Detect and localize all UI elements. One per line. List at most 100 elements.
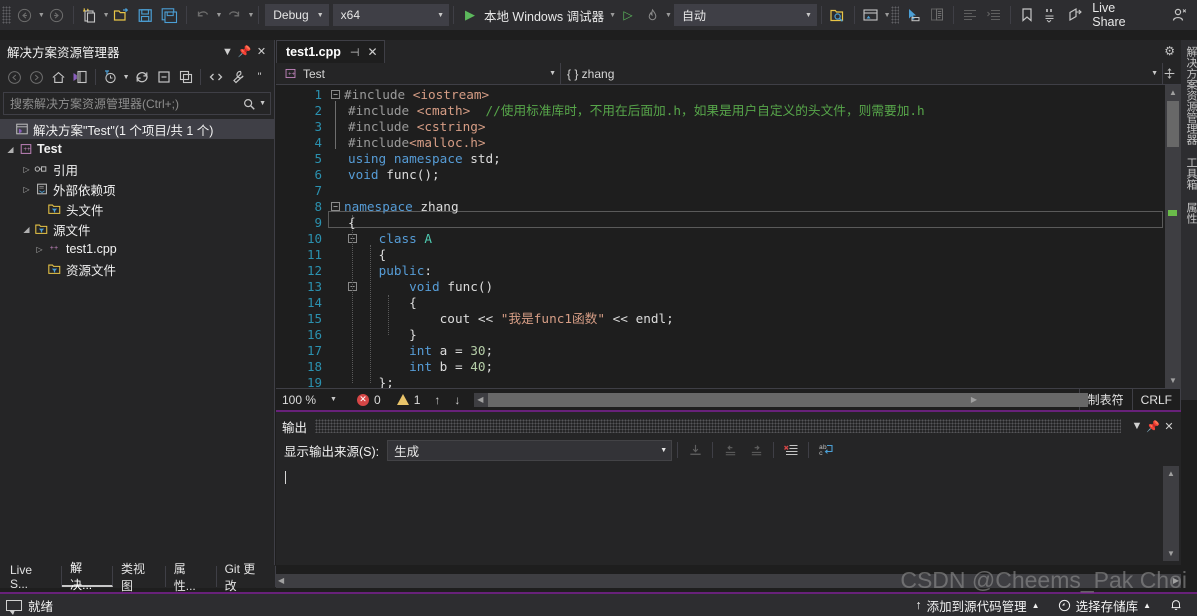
undo-icon[interactable] (191, 3, 215, 27)
scroll-left-arrow[interactable]: ◀ (474, 395, 486, 404)
close-icon[interactable]: ✕ (253, 45, 270, 58)
clear-all-icon[interactable] (779, 439, 803, 461)
scroll-down-arrow[interactable]: ▼ (1163, 546, 1179, 561)
account-icon[interactable] (1167, 3, 1191, 27)
redo-icon[interactable] (222, 3, 246, 27)
chevron-down-icon[interactable]: ▼ (219, 46, 236, 58)
start-debug-caret[interactable]: ▼ (609, 12, 616, 19)
editor-horizontal-scrollbar[interactable]: ◀ ▶ (474, 392, 1089, 407)
tree-item-solution[interactable]: 解决方案"Test"(1 个项目/共 1 个) (0, 119, 274, 139)
close-icon[interactable]: ✕ (367, 45, 377, 59)
pin-icon[interactable]: 📌 (1145, 420, 1161, 433)
chevron-up-icon[interactable]: ▲ (1143, 601, 1151, 610)
status-select-repository[interactable]: 选择存储库 ▲ (1049, 596, 1160, 615)
toolbar-grip-2[interactable] (890, 6, 900, 24)
search-folder-icon[interactable] (826, 3, 850, 27)
bookmark-icon[interactable] (1015, 3, 1039, 27)
gear-icon[interactable]: ⚙ (1164, 44, 1175, 58)
overflow-icon[interactable]: " (249, 66, 270, 88)
tree-item-source-files[interactable]: ◢ 源文件 (0, 219, 274, 239)
hot-reload-caret[interactable]: ▼ (665, 12, 672, 19)
solution-configuration-combo[interactable]: Debug ▼ (265, 4, 329, 26)
window-layout-caret[interactable]: ▼ (884, 12, 891, 19)
forward-arrow-icon[interactable] (45, 3, 69, 27)
twisty-collapsed[interactable]: ▷ (20, 165, 33, 174)
scrollbar-thumb[interactable] (1167, 101, 1179, 147)
twisty-collapsed[interactable]: ▷ (20, 185, 33, 194)
redo-dropdown-caret[interactable]: ▼ (247, 12, 254, 19)
tree-item-external-dependencies[interactable]: ▷ 外部依赖项 (0, 179, 274, 199)
fold-toggle-namespace[interactable]: − (331, 202, 340, 211)
chevron-up-icon[interactable]: ▲ (1032, 601, 1040, 610)
bottom-tab-live-share[interactable]: Live S... (2, 563, 63, 591)
pin-icon[interactable]: ⊣ (350, 46, 360, 59)
bottom-tab-solution-explorer[interactable]: 解决... (62, 561, 113, 592)
fold-toggle-include[interactable]: − (331, 90, 340, 99)
scroll-right-arrow[interactable]: ▶ (968, 395, 980, 404)
live-share-label[interactable]: Live Share (1092, 1, 1145, 29)
comment-marks-icon[interactable] (1039, 3, 1063, 27)
solution-platform-combo[interactable]: x64 ▼ (332, 4, 450, 26)
right-tab-solution-explorer[interactable]: 解决方案资源管理器 (1181, 40, 1197, 151)
show-all-files-icon[interactable] (176, 66, 197, 88)
chevron-down-icon[interactable]: ▼ (121, 66, 130, 88)
twisty-expanded[interactable]: ◢ (4, 145, 17, 154)
code-text-area[interactable]: − − − − #include <iostream> #include <cm… (326, 85, 1181, 388)
collapse-all-icon[interactable] (154, 66, 175, 88)
line-ending-indicator[interactable]: CRLF (1133, 388, 1181, 411)
warning-count-indicator[interactable]: 1 (396, 393, 420, 407)
bottom-tab-git-changes[interactable]: Git 更改 (217, 562, 277, 593)
tree-item-header-files[interactable]: 头文件 (0, 199, 274, 219)
auto-combo[interactable]: 自动 ▼ (673, 4, 817, 26)
tree-item-references[interactable]: ▷ 引用 (0, 159, 274, 179)
error-count-indicator[interactable]: ✕ 0 (357, 393, 381, 407)
output-vertical-scrollbar[interactable]: ▲ ▼ (1163, 466, 1179, 561)
tree-item-resource-files[interactable]: 资源文件 (0, 259, 274, 279)
back-dropdown-caret[interactable]: ▼ (38, 12, 45, 19)
refresh-icon[interactable] (132, 66, 153, 88)
new-item-dropdown-caret[interactable]: ▼ (103, 12, 110, 19)
increase-indent-icon[interactable] (982, 3, 1006, 27)
scroll-down-arrow[interactable]: ▼ (1165, 373, 1181, 388)
editor-vertical-scrollbar[interactable]: ▲ ▼ (1165, 85, 1181, 388)
decrease-indent-icon[interactable] (958, 3, 982, 27)
output-drag-grip[interactable] (315, 419, 1121, 433)
previous-message-icon[interactable] (718, 439, 742, 461)
window-layout-icon[interactable] (859, 3, 883, 27)
home-icon[interactable] (48, 66, 69, 88)
split-editor-icon[interactable] (1163, 67, 1181, 80)
close-icon[interactable]: ✕ (1161, 420, 1177, 433)
nav-scope-combo[interactable]: ++ Test ▼ (276, 62, 561, 85)
pin-icon[interactable]: 📌 (236, 45, 253, 58)
search-options-caret[interactable]: ▼ (259, 100, 266, 107)
word-wrap-icon[interactable]: ab c (814, 439, 838, 461)
back-arrow-icon[interactable] (13, 3, 37, 27)
status-add-to-source-control[interactable]: ↑ 添加到源代码管理 ▲ (906, 596, 1048, 615)
start-without-debug-icon[interactable]: ▷ (616, 3, 640, 27)
twisty-collapsed[interactable]: ▷ (33, 245, 46, 254)
pending-changes-icon[interactable] (99, 66, 120, 88)
cursor-select-icon[interactable] (901, 3, 925, 27)
search-icon[interactable] (242, 97, 256, 111)
chevron-down-icon[interactable]: ▼ (1129, 420, 1145, 432)
scroll-up-arrow[interactable]: ▲ (1165, 85, 1181, 100)
live-share-icon[interactable] (1063, 3, 1087, 27)
start-debug-label[interactable]: 本地 Windows 调试器 (484, 6, 604, 25)
tree-item-file-test1-cpp[interactable]: ▷ ++ test1.cpp (0, 239, 274, 259)
bottom-tab-class-view[interactable]: 类视图 (113, 562, 166, 593)
bottom-tab-properties[interactable]: 属性... (166, 562, 217, 593)
start-debug-icon[interactable]: ▶ (458, 3, 482, 27)
view-code-icon[interactable] (205, 66, 226, 88)
forward-arrow-icon[interactable] (26, 66, 47, 88)
copy-lines-icon[interactable] (925, 3, 949, 27)
undo-dropdown-caret[interactable]: ▼ (216, 12, 223, 19)
editor-tab-test1-cpp[interactable]: test1.cpp ⊣ ✕ (276, 40, 385, 63)
toolbar-grip[interactable] (2, 6, 11, 24)
solution-explorer-search[interactable]: 搜索解决方案资源管理器(Ctrl+;) ▼ (3, 92, 271, 115)
back-arrow-icon[interactable] (4, 66, 25, 88)
hot-reload-icon[interactable] (640, 3, 664, 27)
zoom-level-combo[interactable]: 100 % ▼ (276, 393, 341, 407)
status-notifications[interactable] (1160, 598, 1197, 612)
properties-wrench-icon[interactable] (227, 66, 248, 88)
save-icon[interactable] (134, 3, 158, 27)
